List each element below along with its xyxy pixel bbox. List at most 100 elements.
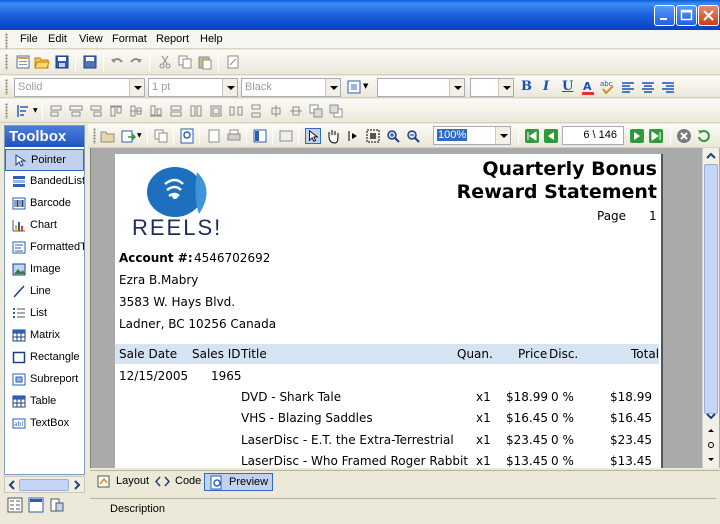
chevron-down-icon[interactable] [325,79,340,96]
cut-icon[interactable] [157,54,173,70]
align-center-icon[interactable] [640,79,656,95]
refresh-icon[interactable] [696,128,712,144]
categorized-icon[interactable] [7,497,23,513]
export-icon[interactable] [120,128,136,144]
first-page-icon[interactable] [524,128,540,144]
color-combo[interactable]: Black [241,78,341,97]
previous-page-icon[interactable] [543,128,559,144]
toolbar-grip[interactable] [93,128,96,144]
tab-code[interactable]: Code [151,473,205,491]
menu-view[interactable]: View [79,33,103,45]
same-size-icon[interactable] [208,103,224,119]
toolbox-horizontal-scrollbar[interactable] [4,476,85,493]
chevron-down-icon[interactable] [449,79,464,96]
line-style-combo[interactable]: Solid [14,78,145,97]
bold-button[interactable]: B [521,79,532,94]
toolbox-item-rectangle[interactable]: Rectangle [5,347,84,369]
align-tops-icon[interactable] [108,103,124,119]
align-right-icon[interactable] [660,79,676,95]
toolbox-item-chart[interactable]: Chart [5,215,84,237]
find-icon[interactable] [179,128,195,144]
scroll-right-icon[interactable] [72,480,82,490]
chevron-down-icon[interactable] [495,127,510,144]
copy-icon[interactable] [153,128,169,144]
toolbar-grip[interactable] [5,54,8,70]
close-button[interactable] [698,5,719,26]
toolbox-item-table[interactable]: Table [5,391,84,413]
align-middles-icon[interactable] [128,103,144,119]
open-folder-icon[interactable] [100,128,116,144]
underline-button[interactable]: U [562,79,573,94]
toolbox-item-matrix[interactable]: Matrix [5,325,84,347]
new-report-icon[interactable] [15,54,31,70]
maximize-button[interactable] [676,5,697,26]
toolbox-item-bandedlist[interactable]: BandedList [5,171,84,193]
chevron-down-icon[interactable] [129,79,144,96]
zoom-out-icon[interactable] [405,128,421,144]
minimize-button[interactable] [654,5,675,26]
align-left-icon[interactable] [620,79,636,95]
page-navigation-icon[interactable] [707,426,715,464]
toolbox-item-list[interactable]: List [5,303,84,325]
stop-icon[interactable] [676,128,692,144]
menu-report[interactable]: Report [156,33,189,45]
pointer-tool-icon[interactable] [305,128,321,144]
report-preview[interactable]: REELS! Quarterly Bonus Reward Statement … [90,148,720,468]
font-color-icon[interactable]: A [580,79,596,95]
align-rights-icon[interactable] [88,103,104,119]
tab-preview[interactable]: Preview [204,473,274,491]
align-bottoms-icon[interactable] [148,103,164,119]
zoom-combo[interactable]: 100% [433,126,511,145]
properties-icon[interactable] [28,497,44,513]
line-width-combo[interactable]: 1 pt [148,78,238,97]
same-width-icon[interactable] [168,103,184,119]
redo-icon[interactable] [128,54,144,70]
font-family-combo[interactable] [377,78,465,97]
preview-vertical-scrollbar[interactable] [702,148,719,468]
toolbox-item-formattedtext[interactable]: FormattedTex [5,237,84,259]
toolbox-item-image[interactable]: Image [5,259,84,281]
align-to-grid-icon[interactable] [15,103,31,119]
same-height-icon[interactable] [188,103,204,119]
toolbar-grip[interactable] [5,79,8,95]
hand-tool-icon[interactable] [325,128,341,144]
scroll-thumb[interactable] [704,164,718,414]
text-select-icon[interactable] [345,128,361,144]
border-style-icon[interactable] [346,79,362,95]
menu-format[interactable]: Format [112,33,147,45]
tab-layout[interactable]: Layout [92,473,153,491]
page-setup-icon[interactable] [206,128,222,144]
align-centers-icon[interactable] [68,103,84,119]
menu-edit[interactable]: Edit [48,33,67,45]
document-map-icon[interactable] [252,128,268,144]
chevron-down-icon[interactable] [222,79,237,96]
send-to-back-icon[interactable] [328,103,344,119]
next-page-icon[interactable] [629,128,645,144]
menu-file[interactable]: File [20,33,38,45]
thumbnails-icon[interactable] [278,128,294,144]
undo-icon[interactable] [109,54,125,70]
toolbox-item-pointer[interactable]: Pointer [5,149,84,171]
toolbox-item-line[interactable]: Line [5,281,84,303]
font-size-combo[interactable] [470,78,514,97]
scroll-left-icon[interactable] [7,480,17,490]
toolbox-item-barcode[interactable]: Barcode [5,193,84,215]
snapshot-icon[interactable] [365,128,381,144]
chevron-down-icon[interactable] [498,79,513,96]
toolbox-item-textbox[interactable]: abl TextBox [5,413,84,435]
bring-to-front-icon[interactable] [308,103,324,119]
align-lefts-icon[interactable] [48,103,64,119]
scroll-thumb[interactable] [19,479,69,491]
last-page-icon[interactable] [648,128,664,144]
vertical-spacing-icon[interactable] [248,103,264,119]
chevron-down-icon[interactable]: ▼ [363,82,368,90]
center-vertically-icon[interactable] [288,103,304,119]
paste-icon[interactable] [197,54,213,70]
fields-icon[interactable] [49,497,65,513]
center-horizontally-icon[interactable] [268,103,284,119]
horizontal-spacing-icon[interactable] [228,103,244,119]
spell-check-icon[interactable]: abc [600,79,616,95]
page-setup-icon[interactable] [225,54,241,70]
open-folder-icon[interactable] [34,54,50,70]
page-number-input[interactable]: 6 \ 146 [562,126,624,145]
